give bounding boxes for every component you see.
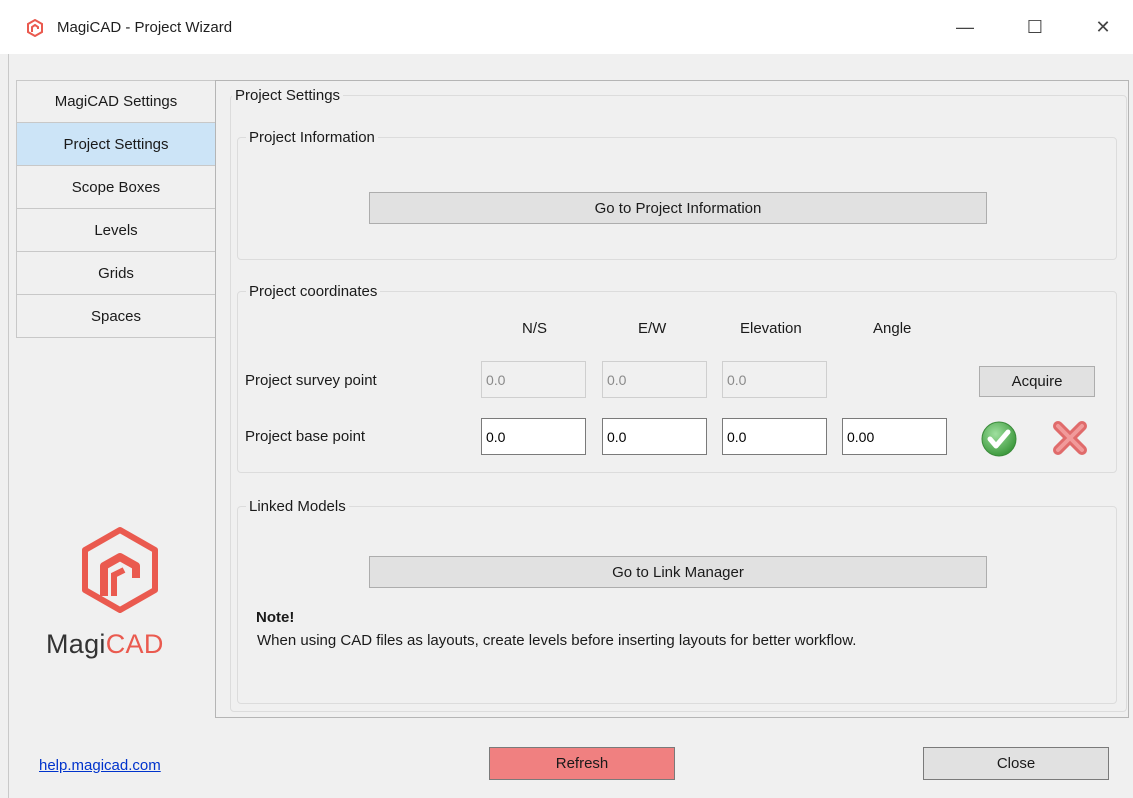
minimize-button[interactable]: — xyxy=(935,0,995,54)
project-coordinates-title: Project coordinates xyxy=(246,283,381,300)
column-ew: E/W xyxy=(638,320,667,337)
note-text: When using CAD files as layouts, create … xyxy=(257,632,857,649)
survey-ew-field xyxy=(602,361,707,398)
magicad-logo-text: MagiCAD xyxy=(46,629,164,659)
close-button[interactable]: Close xyxy=(923,747,1109,780)
sidebar: MagiCAD Settings Project Settings Scope … xyxy=(16,80,216,338)
go-to-link-manager-button[interactable]: Go to Link Manager xyxy=(369,556,987,588)
window-border xyxy=(8,54,9,798)
title-bar: MagiCAD - Project Wizard — ☐ ✕ xyxy=(0,0,1133,54)
note-title: Note! xyxy=(256,609,295,626)
sidebar-item-levels[interactable]: Levels xyxy=(16,209,216,252)
column-ns: N/S xyxy=(522,320,548,337)
cross-icon[interactable] xyxy=(1050,418,1090,458)
base-point-label: Project base point xyxy=(245,428,366,445)
help-link[interactable]: help.magicad.com xyxy=(39,757,161,774)
base-ew-field[interactable] xyxy=(602,418,707,455)
sidebar-item-grids[interactable]: Grids xyxy=(16,252,216,295)
base-ns-field[interactable] xyxy=(481,418,586,455)
survey-elevation-field xyxy=(722,361,827,398)
go-to-project-information-button[interactable]: Go to Project Information xyxy=(369,192,987,224)
close-window-button[interactable]: ✕ xyxy=(1073,0,1133,54)
base-elevation-field[interactable] xyxy=(722,418,827,455)
column-elevation: Elevation xyxy=(740,320,802,337)
window-title: MagiCAD - Project Wizard xyxy=(57,19,233,36)
check-circle-icon[interactable] xyxy=(979,419,1019,459)
maximize-button[interactable]: ☐ xyxy=(1005,0,1065,54)
base-angle-field[interactable] xyxy=(842,418,947,455)
sidebar-item-scope-boxes[interactable]: Scope Boxes xyxy=(16,166,216,209)
linked-models-group xyxy=(237,506,1117,704)
survey-point-label: Project survey point xyxy=(245,372,377,389)
sidebar-item-project-settings[interactable]: Project Settings xyxy=(16,123,216,166)
column-angle: Angle xyxy=(873,320,912,337)
refresh-button[interactable]: Refresh xyxy=(489,747,675,780)
magicad-app-icon xyxy=(27,19,43,37)
sidebar-item-magicad-settings[interactable]: MagiCAD Settings xyxy=(16,80,216,123)
sidebar-item-spaces[interactable]: Spaces xyxy=(16,295,216,338)
project-information-title: Project Information xyxy=(246,129,378,146)
linked-models-title: Linked Models xyxy=(246,498,349,515)
project-settings-title: Project Settings xyxy=(232,87,344,104)
survey-ns-field xyxy=(481,361,586,398)
acquire-button[interactable]: Acquire xyxy=(979,366,1095,397)
